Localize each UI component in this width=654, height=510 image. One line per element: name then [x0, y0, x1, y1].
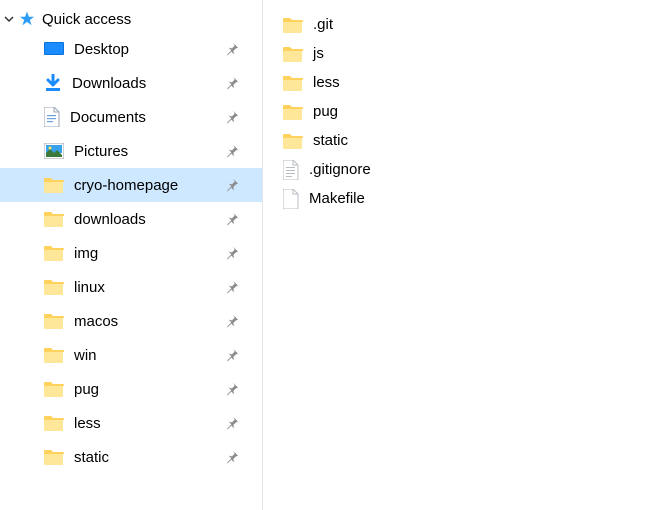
sidebar-item-pictures[interactable]: Pictures: [0, 134, 262, 168]
file-item-label: static: [313, 132, 348, 149]
pin-icon: [224, 143, 240, 159]
quick-access-header[interactable]: Quick access: [0, 6, 262, 32]
sidebar-item-linux[interactable]: linux: [0, 270, 262, 304]
pin-icon: [224, 415, 240, 431]
sidebar-item-label: pug: [74, 381, 99, 398]
desktop-icon: [44, 41, 64, 57]
sidebar-item-label: Downloads: [72, 75, 146, 92]
pin-icon: [224, 177, 240, 193]
sidebar-item-label: img: [74, 245, 98, 262]
folder-icon: [44, 177, 64, 193]
sidebar-item-downloads[interactable]: downloads: [0, 202, 262, 236]
download-icon: [44, 74, 62, 92]
sidebar-item-label: Pictures: [74, 143, 128, 160]
sidebar-item-win[interactable]: win: [0, 338, 262, 372]
sidebar-item-label: linux: [74, 279, 105, 296]
pin-icon: [224, 211, 240, 227]
file-item-pug[interactable]: pug: [283, 97, 654, 126]
folder-icon: [44, 415, 64, 431]
file-item-label: Makefile: [309, 190, 365, 207]
blankfile-icon: [283, 189, 299, 209]
folder-icon: [44, 245, 64, 261]
file-item-label: js: [313, 45, 324, 62]
file-item-js[interactable]: js: [283, 39, 654, 68]
sidebar-item-label: Desktop: [74, 41, 129, 58]
folder-icon: [283, 17, 303, 33]
file-item-static[interactable]: static: [283, 126, 654, 155]
folder-icon: [283, 133, 303, 149]
sidebar-item-label: static: [74, 449, 109, 466]
sidebar-item-label: Documents: [70, 109, 146, 126]
folder-icon: [283, 75, 303, 91]
file-item-makefile[interactable]: Makefile: [283, 184, 654, 213]
folder-icon: [44, 347, 64, 363]
folder-icon: [283, 46, 303, 62]
folder-icon: [44, 313, 64, 329]
sidebar-item-label: less: [74, 415, 101, 432]
sidebar-item-desktop[interactable]: Desktop: [0, 32, 262, 66]
folder-icon: [44, 211, 64, 227]
sidebar-item-label: cryo-homepage: [74, 177, 178, 194]
pin-icon: [224, 381, 240, 397]
folder-icon: [44, 381, 64, 397]
chevron-down-icon: [4, 14, 14, 24]
folder-icon: [44, 279, 64, 295]
sidebar-item-documents[interactable]: Documents: [0, 100, 262, 134]
pin-icon: [224, 75, 240, 91]
sidebar-item-downloads[interactable]: Downloads: [0, 66, 262, 100]
file-item--git[interactable]: .git: [283, 10, 654, 39]
file-item--gitignore[interactable]: .gitignore: [283, 155, 654, 184]
folder-icon: [44, 449, 64, 465]
file-item-less[interactable]: less: [283, 68, 654, 97]
sidebar-item-static[interactable]: static: [0, 440, 262, 474]
folder-icon: [283, 104, 303, 120]
file-list-pane: .git js less pug static .gitignore Makefile: [263, 0, 654, 510]
sidebar-item-macos[interactable]: macos: [0, 304, 262, 338]
textfile-icon: [283, 160, 299, 180]
file-item-label: less: [313, 74, 340, 91]
sidebar-item-label: downloads: [74, 211, 146, 228]
pin-icon: [224, 279, 240, 295]
quick-access-star-icon: [18, 10, 36, 28]
navigation-pane: Quick access Desktop Downloads Documents Pi…: [0, 0, 263, 510]
sidebar-item-cryo-homepage[interactable]: cryo-homepage: [0, 168, 262, 202]
sidebar-item-img[interactable]: img: [0, 236, 262, 270]
sidebar-item-label: win: [74, 347, 97, 364]
pin-icon: [224, 449, 240, 465]
pin-icon: [224, 347, 240, 363]
quick-access-label: Quick access: [42, 11, 131, 28]
document-icon: [44, 107, 60, 127]
file-item-label: pug: [313, 103, 338, 120]
pin-icon: [224, 245, 240, 261]
pictures-icon: [44, 143, 64, 159]
pin-icon: [224, 41, 240, 57]
sidebar-item-less[interactable]: less: [0, 406, 262, 440]
file-item-label: .gitignore: [309, 161, 371, 178]
file-item-label: .git: [313, 16, 333, 33]
pin-icon: [224, 313, 240, 329]
pin-icon: [224, 109, 240, 125]
sidebar-item-pug[interactable]: pug: [0, 372, 262, 406]
sidebar-item-label: macos: [74, 313, 118, 330]
